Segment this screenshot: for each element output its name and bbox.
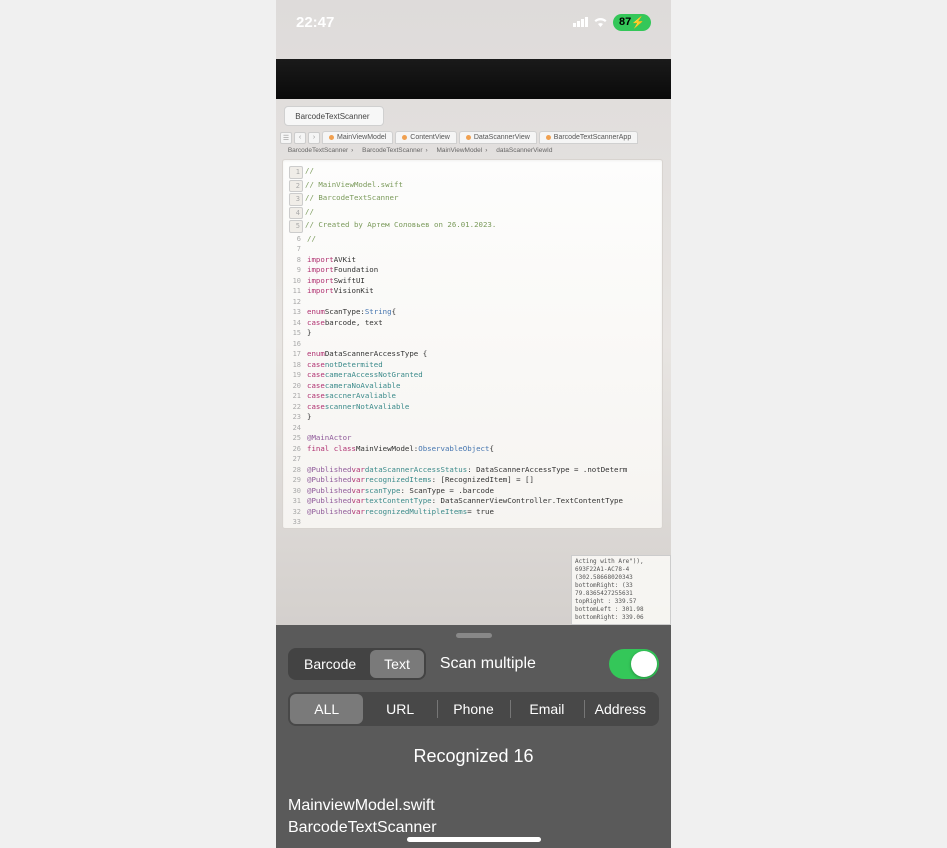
charging-icon: ⚡ — [631, 16, 645, 29]
breadcrumb: BarcodeTextScanner › BarcodeTextScanner … — [276, 146, 671, 155]
status-bar: 22:47 87⚡ — [276, 0, 671, 44]
category-email[interactable]: Email — [510, 694, 583, 724]
editor-tab-0: MainViewModel — [322, 131, 393, 144]
editor-tab-3: BarcodeTextScannerApp — [539, 131, 638, 144]
category-all[interactable]: ALL — [290, 694, 363, 724]
category-address[interactable]: Address — [584, 694, 657, 724]
category-url[interactable]: URL — [363, 694, 436, 724]
wifi-icon — [593, 14, 608, 30]
toggle-knob — [631, 651, 657, 677]
editor-tab-1: ContentView — [395, 131, 457, 144]
phone-screen: 22:47 87⚡ BarcodeTextScanner ☰ ‹ › MainV… — [276, 0, 671, 848]
control-panel: Barcode Text Scan multiple ALL URL Phone… — [276, 625, 671, 848]
debug-output: Acting with Are")), 693F22A1-AC78-4 (302… — [571, 555, 671, 625]
scan-multiple-label: Scan multiple — [436, 655, 599, 673]
scan-settings-row: Barcode Text Scan multiple — [288, 648, 659, 680]
list-item[interactable]: BarcodeTextScanner — [288, 817, 659, 839]
scan-type-text[interactable]: Text — [370, 650, 424, 678]
results-list: MainviewModel.swift BarcodeTextScanner — [288, 795, 659, 839]
monitor-bezel — [276, 59, 671, 99]
xcode-toolbar: ☰ ‹ › MainViewModel ContentView DataScan… — [276, 129, 671, 146]
project-name: BarcodeTextScanner — [295, 112, 369, 121]
text-category-segmented: ALL URL Phone Email Address — [288, 692, 659, 726]
camera-viewfinder[interactable]: BarcodeTextScanner ☰ ‹ › MainViewModel C… — [276, 0, 671, 625]
sheet-handle[interactable] — [456, 633, 492, 638]
status-time: 22:47 — [296, 14, 334, 31]
battery-indicator: 87⚡ — [613, 14, 651, 31]
code-editor: 1// 2// MainViewModel.swift 3// BarcodeT… — [282, 159, 663, 529]
sidebar-toggle-icon: ☰ — [280, 132, 292, 144]
xcode-window: BarcodeTextScanner ☰ ‹ › MainViewModel C… — [276, 100, 671, 537]
recognized-count: Recognized 16 — [288, 746, 659, 767]
scan-multiple-toggle[interactable] — [609, 649, 659, 679]
list-item[interactable]: MainviewModel.swift — [288, 795, 659, 817]
home-indicator[interactable] — [407, 837, 541, 842]
cellular-icon — [573, 17, 588, 27]
category-phone[interactable]: Phone — [437, 694, 510, 724]
nav-back-icon: ‹ — [294, 132, 306, 144]
status-right: 87⚡ — [573, 14, 651, 31]
scan-type-barcode[interactable]: Barcode — [290, 650, 370, 678]
nav-forward-icon: › — [308, 132, 320, 144]
battery-percent: 87 — [619, 16, 631, 28]
scan-type-segmented: Barcode Text — [288, 648, 426, 680]
xcode-project-tab: BarcodeTextScanner — [284, 106, 384, 126]
editor-tab-2: DataScannerView — [459, 131, 537, 144]
